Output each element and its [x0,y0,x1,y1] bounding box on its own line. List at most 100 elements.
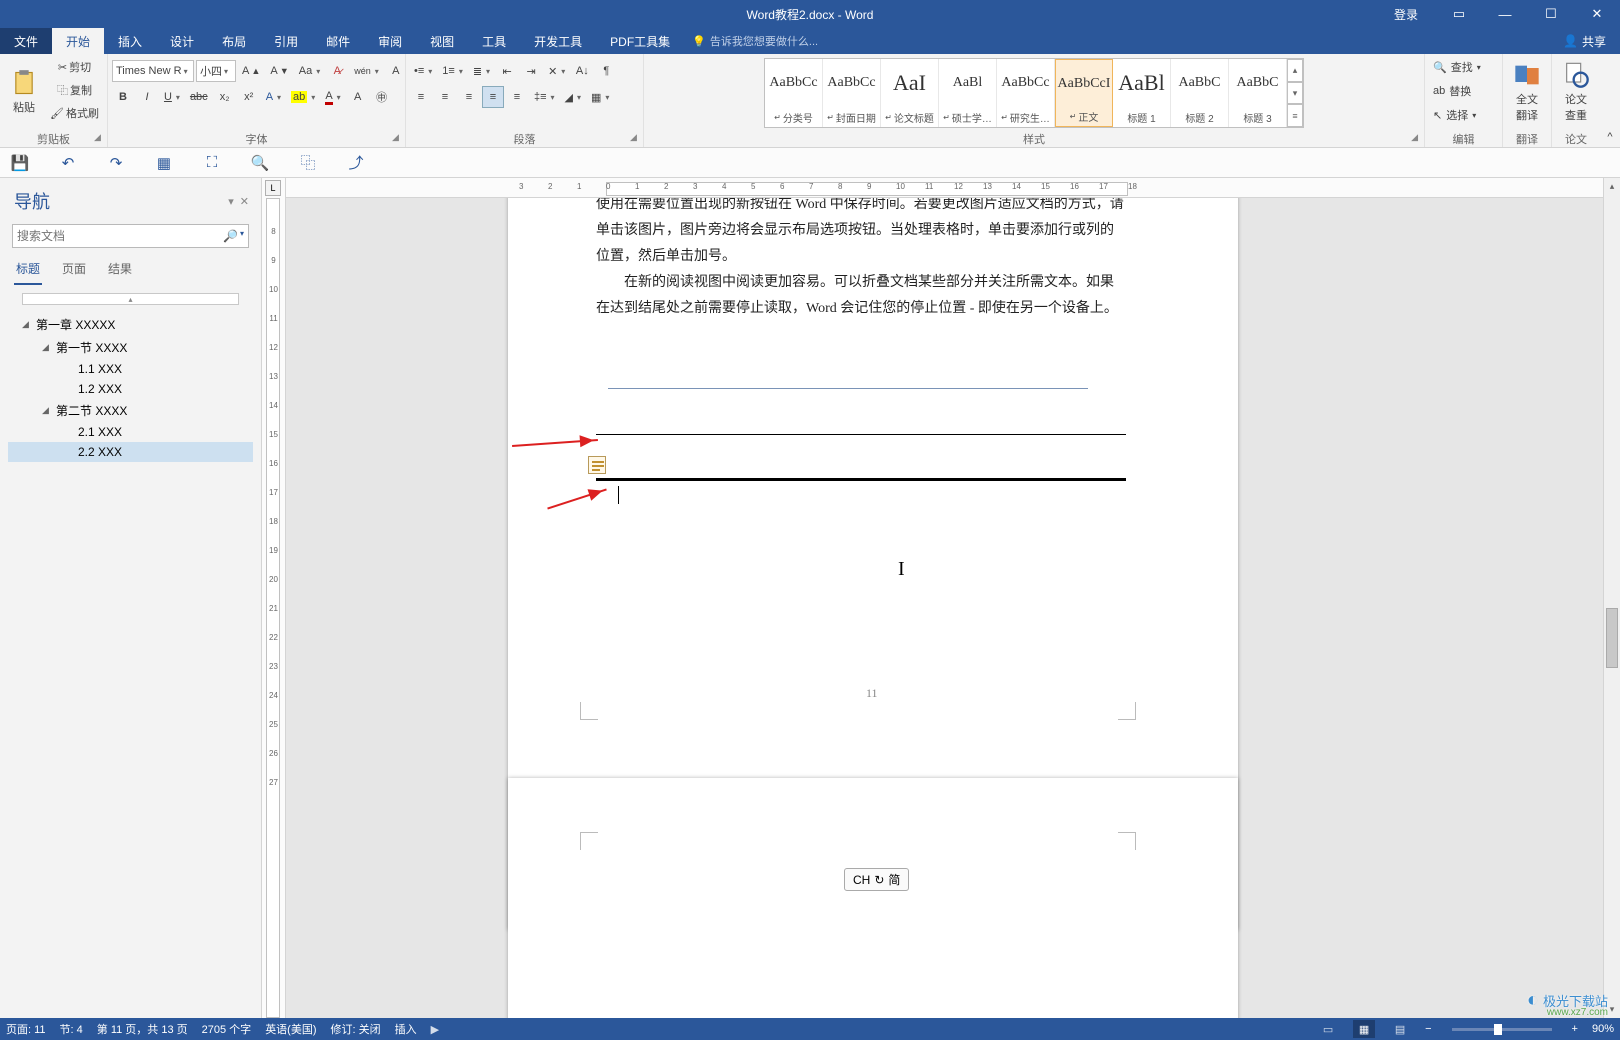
nav-node-4[interactable]: ◢第二节 XXXX [8,399,253,422]
align-right-button[interactable]: ≡ [458,86,480,108]
cut-button[interactable]: ✂剪切 [46,56,103,78]
qat-btn-4[interactable]: ▦ [154,153,174,173]
align-left-button[interactable]: ≡ [410,86,432,108]
styles-scroll-2[interactable]: ≡ [1287,104,1303,127]
read-mode-button[interactable]: ▭ [1317,1020,1339,1038]
asian-layout-button[interactable]: ✕ [544,60,569,82]
tab-view[interactable]: 视图 [416,28,468,54]
nav-jump-bar[interactable]: ▴ [22,293,239,305]
nav-node-6[interactable]: 2.2 XXX [8,442,253,462]
enclose-characters-button[interactable]: ㊥ [371,86,393,108]
scroll-up-button[interactable]: ▴ [1604,178,1620,195]
font-name-selector[interactable]: Times New R [112,60,194,82]
status-pages-of[interactable]: 第 11 页，共 13 页 [97,1021,188,1037]
qat-btn-7[interactable]: ⿻ [298,153,318,173]
redo-button[interactable]: ↷ [106,153,126,173]
web-layout-button[interactable]: ▤ [1389,1020,1411,1038]
copy-button[interactable]: ⿻复制 [46,79,103,101]
scroll-thumb[interactable] [1606,608,1618,668]
nav-tab-pages[interactable]: 页面 [60,256,88,285]
nav-search-input[interactable] [17,229,223,243]
nav-dropdown-icon[interactable]: ▾ [228,195,234,208]
align-center-button[interactable]: ≡ [434,86,456,108]
undo-button[interactable]: ↶ [58,153,78,173]
print-layout-button[interactable]: ▦ [1353,1020,1375,1038]
caret-icon[interactable]: ◢ [42,405,52,416]
zoom-slider[interactable] [1452,1028,1552,1031]
style-item-5[interactable]: AaBbCcI↵正文 [1055,59,1113,127]
tab-selector[interactable]: L [265,180,281,196]
status-insert-mode[interactable]: 插入 [395,1021,417,1037]
sort-button[interactable]: A↓ [571,60,593,82]
ribbon-display-options-icon[interactable]: ▭ [1436,0,1482,28]
style-item-7[interactable]: AaBbC标题 2 [1171,59,1229,127]
find-button[interactable]: 🔍查找▾ [1429,56,1485,78]
tab-home[interactable]: 开始 [52,28,104,54]
style-item-3[interactable]: AaBl↵硕士学… [939,59,997,127]
login-link[interactable]: 登录 [1384,0,1428,28]
font-color-button[interactable]: A [321,86,344,108]
horizontal-ruler[interactable]: 3210123456789101112131415161718 [286,178,1603,198]
tab-design[interactable]: 设计 [156,28,208,54]
qat-btn-5[interactable]: ⛶ [202,153,222,173]
tab-references[interactable]: 引用 [260,28,312,54]
status-section[interactable]: 节: 4 [60,1021,83,1037]
show-marks-button[interactable]: ¶ [595,60,617,82]
nav-node-3[interactable]: 1.2 XXX [8,379,253,399]
clipboard-dialog-launcher[interactable]: ◢ [94,132,101,143]
tab-devtools[interactable]: 开发工具 [520,28,596,54]
styles-scroll-0[interactable]: ▴ [1287,59,1303,82]
style-item-8[interactable]: AaBbC标题 3 [1229,59,1287,127]
tell-me-search[interactable]: 💡 告诉我您想要做什么... [692,28,818,54]
caret-icon[interactable]: ◢ [42,342,52,353]
share-button[interactable]: 👤 共享 [1549,28,1620,54]
distributed-button[interactable]: ≡ [506,86,528,108]
phonetic-guide-button[interactable]: wén [350,60,383,82]
bullets-button[interactable]: •≡ [410,60,436,82]
collapse-ribbon-button[interactable]: ^ [1600,54,1620,147]
nav-tab-headings[interactable]: 标题 [14,256,42,285]
ime-indicator[interactable]: CH ↻ 简 [844,868,909,891]
autocorrect-options-icon[interactable] [588,456,606,474]
multilevel-list-button[interactable]: ≣ [469,60,494,82]
select-button[interactable]: ↖选择▾ [1429,104,1480,126]
justify-button[interactable]: ≡ [482,86,504,108]
nav-search-box[interactable]: 🔎▾ [12,224,249,248]
clear-formatting-button[interactable]: A̷ [326,60,348,82]
paragraph-dialog-launcher[interactable]: ◢ [630,132,637,143]
style-item-2[interactable]: AaI↵论文标题 [881,59,939,127]
tab-mailings[interactable]: 邮件 [312,28,364,54]
tab-file[interactable]: 文件 [0,28,52,54]
tab-review[interactable]: 审阅 [364,28,416,54]
italic-button[interactable]: I [136,86,158,108]
status-language[interactable]: 英语(美国) [265,1021,316,1037]
status-macro-icon[interactable]: ▶ [431,1023,439,1036]
search-icon[interactable]: 🔎 [223,229,238,243]
qat-btn-6[interactable]: 🔍 [250,153,270,173]
styles-scroll-1[interactable]: ▾ [1287,82,1303,105]
zoom-in-button[interactable]: + [1572,1023,1578,1035]
vertical-ruler[interactable]: L 89101112131415161718192021222324252627 [262,178,286,1018]
style-item-6[interactable]: AaBl标题 1 [1113,59,1171,127]
underline-button[interactable]: U [160,86,184,108]
line-spacing-button[interactable]: ‡≡ [530,86,559,108]
nav-node-2[interactable]: 1.1 XXX [8,359,253,379]
nav-node-1[interactable]: ◢第一节 XXXX [8,336,253,359]
tab-tools[interactable]: 工具 [468,28,520,54]
numbering-button[interactable]: 1≡ [438,60,467,82]
style-item-0[interactable]: AaBbCc↵分类号 [765,59,823,127]
strikethrough-button[interactable]: abc [186,86,212,108]
document-canvas[interactable]: 使用在需要位置出现的新按钮在 Word 中保存时间。若要更改图片适应文档的方式，… [286,198,1603,1018]
zoom-level[interactable]: 90% [1592,1023,1614,1035]
save-button[interactable]: 💾 [10,153,30,173]
paste-button[interactable]: 粘贴 [4,56,44,128]
format-painter-button[interactable]: 🖌格式刷 [46,102,103,124]
borders-button[interactable]: ▦ [587,86,613,108]
status-word-count[interactable]: 2705 个字 [202,1021,252,1037]
change-case-button[interactable]: Aa [295,60,324,82]
zoom-out-button[interactable]: − [1425,1023,1431,1035]
tab-insert[interactable]: 插入 [104,28,156,54]
character-border-button[interactable]: A [385,60,407,82]
superscript-button[interactable]: x² [238,86,260,108]
replace-button[interactable]: ab替换 [1429,80,1475,102]
